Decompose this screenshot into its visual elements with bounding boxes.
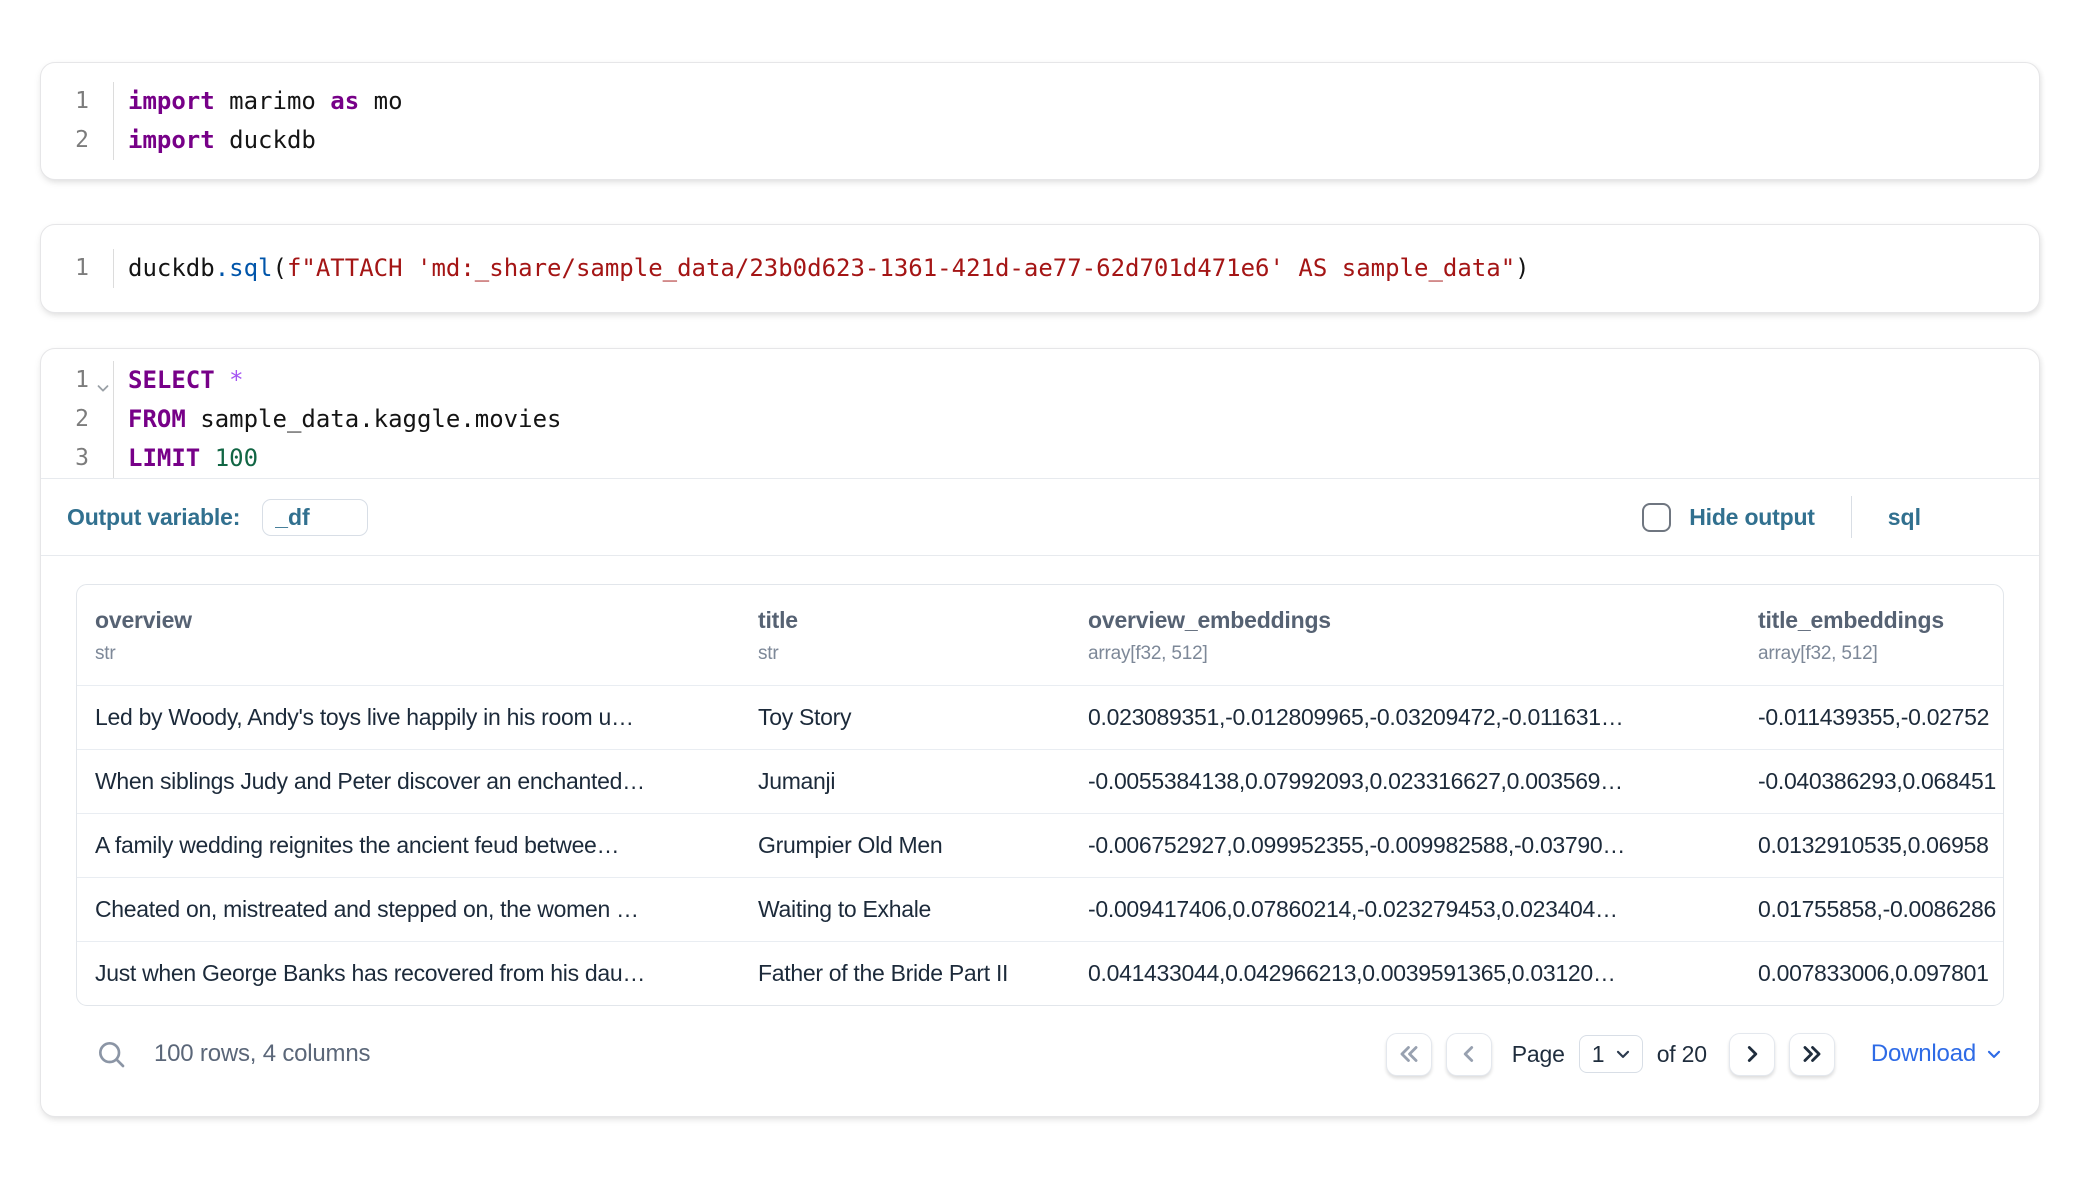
pagination-controls: Page 1 of 20 — [1386, 1033, 2004, 1076]
code-line[interactable]: import duckdb — [128, 121, 2039, 160]
divider — [1851, 496, 1852, 538]
code-line[interactable]: LIMIT 100 — [128, 439, 2039, 478]
line-number: 2 — [41, 121, 113, 160]
chevron-down-icon — [1613, 1044, 1633, 1064]
column-type: str — [758, 641, 1060, 667]
row-count-summary: 100 rows, 4 columns — [154, 1040, 370, 1068]
column-header-title_embeddings[interactable]: title_embeddings array[f32, 512] — [1740, 585, 2003, 685]
code-editor[interactable]: import marimo as moimport duckdb — [114, 82, 2039, 160]
table-row[interactable]: A family wedding reignites the ancient f… — [77, 813, 2003, 877]
table-cell: Waiting to Exhale — [740, 878, 1070, 941]
page-select[interactable]: 1 — [1579, 1035, 1643, 1073]
line-number: 1 — [41, 249, 113, 288]
last-page-icon — [1799, 1041, 1825, 1067]
table-row[interactable]: When siblings Judy and Peter discover an… — [77, 749, 2003, 813]
table-body: Led by Woody, Andy's toys live happily i… — [77, 685, 2003, 1005]
prev-page-icon — [1456, 1041, 1482, 1067]
table-cell: Led by Woody, Andy's toys live happily i… — [77, 686, 740, 749]
table-row[interactable]: Led by Woody, Andy's toys live happily i… — [77, 685, 2003, 749]
prev-page-button[interactable] — [1446, 1033, 1492, 1076]
cell-output-area: overview str title str overview_embeddingsar… — [41, 556, 2039, 1086]
table-cell: 0.01755858,-0.0086286 — [1740, 878, 2003, 941]
column-name: title — [758, 605, 1060, 635]
code-line[interactable]: import marimo as mo — [128, 82, 2039, 121]
code-editor[interactable]: duckdb.sql(f"ATTACH 'md:_share/sample_da… — [114, 249, 2039, 288]
table-cell: 0.0132910535,0.06958 — [1740, 814, 2003, 877]
table-header-row: overview str title str overview_embeddingsar… — [77, 585, 2003, 685]
output-variable-input[interactable] — [262, 499, 368, 536]
table-cell: When siblings Judy and Peter discover an… — [77, 750, 740, 813]
first-page-button[interactable] — [1386, 1033, 1432, 1076]
table-cell: -0.040386293,0.068451 — [1740, 750, 2003, 813]
line-number-gutter: 1 — [41, 249, 114, 288]
next-page-button[interactable] — [1729, 1033, 1775, 1076]
line-number: 1 — [41, 361, 113, 400]
hide-output-checkbox[interactable] — [1642, 503, 1671, 532]
fold-chevron-icon[interactable] — [94, 371, 112, 389]
download-label: Download — [1871, 1040, 1976, 1068]
code-line[interactable]: FROM sample_data.kaggle.movies — [128, 400, 2039, 439]
table-cell: Father of the Bride Part II — [740, 942, 1070, 1005]
line-number-gutter: 123 — [41, 361, 114, 478]
table-cell: A family wedding reignites the ancient f… — [77, 814, 740, 877]
page-label: Page — [1512, 1041, 1565, 1068]
notebook-page: 12 import marimo as moimport duckdb 1 du… — [0, 62, 2086, 1192]
column-name: overview — [95, 605, 730, 635]
column-name: title_embeddings — [1758, 605, 1993, 635]
language-badge: sql — [1888, 504, 1921, 531]
table-cell: Grumpier Old Men — [740, 814, 1070, 877]
line-number: 2 — [41, 400, 113, 439]
sql-cell-toolbar: Output variable: Hide output sql — [41, 479, 2039, 555]
table-cell: 0.041433044,0.042966213,0.0039591365,0.0… — [1070, 942, 1740, 1005]
line-number: 3 — [41, 439, 113, 478]
table-cell: Jumanji — [740, 750, 1070, 813]
hide-output-label[interactable]: Hide output — [1689, 504, 1815, 531]
last-page-button[interactable] — [1789, 1033, 1835, 1076]
column-type: array[f32, 512] — [1088, 641, 1730, 667]
table-cell: -0.011439355,-0.02752 — [1740, 686, 2003, 749]
output-variable-label: Output variable: — [67, 504, 240, 531]
code-cell-imports: 12 import marimo as moimport duckdb — [40, 62, 2040, 180]
table-cell: Cheated on, mistreated and stepped on, t… — [77, 878, 740, 941]
table-cell: -0.009417406,0.07860214,-0.023279453,0.0… — [1070, 878, 1740, 941]
code-line[interactable]: SELECT * — [128, 361, 2039, 400]
code-line[interactable]: duckdb.sql(f"ATTACH 'md:_share/sample_da… — [128, 249, 2039, 288]
column-header-title[interactable]: title str — [740, 585, 1070, 685]
table-row[interactable]: Just when George Banks has recovered fro… — [77, 941, 2003, 1005]
sql-cell: 123 SELECT *FROM sample_data.kaggle.movi… — [40, 348, 2040, 1117]
column-name: overview_embeddings — [1088, 605, 1730, 635]
chevron-down-icon — [1984, 1044, 2004, 1064]
table-cell: 0.007833006,0.097801 — [1740, 942, 2003, 1005]
table-cell: -0.006752927,0.099952355,-0.009982588,-0… — [1070, 814, 1740, 877]
line-number: 1 — [41, 82, 113, 121]
column-type: array[f32, 512] — [1758, 641, 1993, 667]
next-page-icon — [1739, 1041, 1765, 1067]
line-number-gutter: 12 — [41, 82, 114, 160]
table-row[interactable]: Cheated on, mistreated and stepped on, t… — [77, 877, 2003, 941]
code-editor[interactable]: SELECT *FROM sample_data.kaggle.moviesLI… — [114, 361, 2039, 478]
code-cell-attach: 1 duckdb.sql(f"ATTACH 'md:_share/sample_… — [40, 224, 2040, 313]
download-button[interactable]: Download — [1871, 1040, 2004, 1068]
page-total-label: of 20 — [1657, 1041, 1707, 1068]
column-type: str — [95, 641, 730, 667]
search-button[interactable] — [94, 1037, 128, 1071]
table-cell: 0.023089351,-0.012809965,-0.03209472,-0.… — [1070, 686, 1740, 749]
page-select-value: 1 — [1592, 1041, 1605, 1068]
table-cell: Toy Story — [740, 686, 1070, 749]
first-page-icon — [1396, 1041, 1422, 1067]
table-cell: Just when George Banks has recovered fro… — [77, 942, 740, 1005]
search-icon — [95, 1038, 127, 1070]
column-header-overview[interactable]: overview str — [77, 585, 740, 685]
table-cell: -0.0055384138,0.07992093,0.023316627,0.0… — [1070, 750, 1740, 813]
column-header-overview_embeddings[interactable]: overview_embeddings array[f32, 512] — [1070, 585, 1740, 685]
dataframe-table: overview str title str overview_embeddingsar… — [76, 584, 2004, 1006]
table-footer: 100 rows, 4 columns Page 1 — [76, 1022, 2004, 1086]
